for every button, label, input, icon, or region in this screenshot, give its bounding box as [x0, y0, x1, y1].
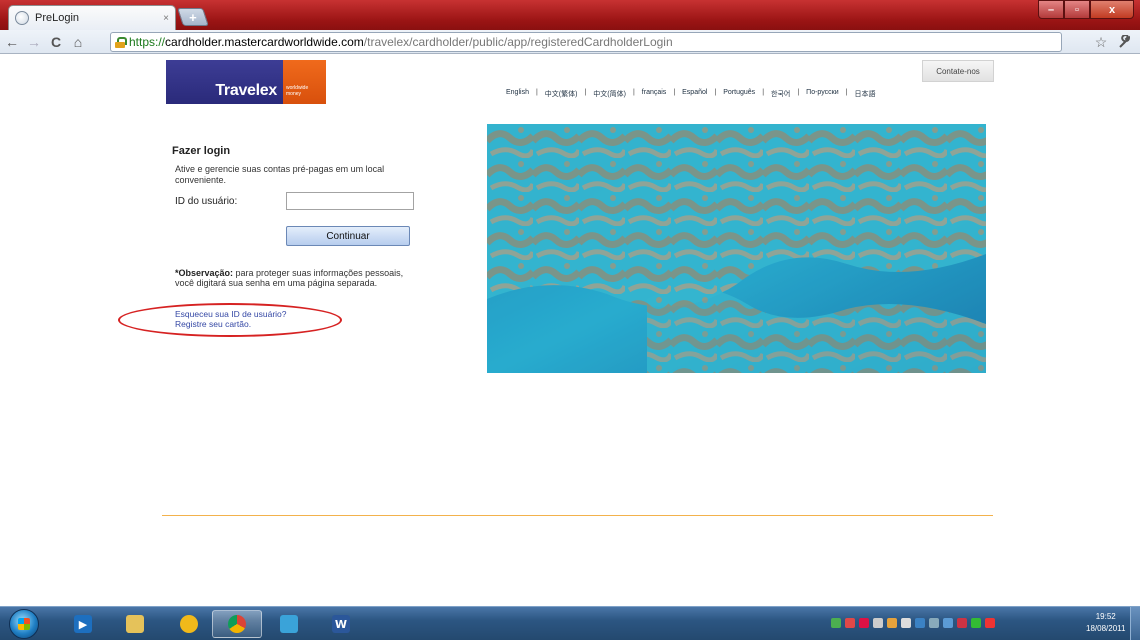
footer-divider [162, 515, 993, 516]
maximize-button[interactable]: ▫ [1064, 0, 1090, 19]
app-circle-icon [180, 615, 198, 633]
tray-icon[interactable] [985, 618, 995, 628]
url-path: /travelex/cardholder/public/app/register… [363, 35, 673, 49]
language-menu: English | 中文(繁体) | 中文(简体) | français | Españ… [506, 89, 875, 99]
annotation-oval [118, 303, 342, 337]
tray-icon[interactable] [887, 618, 897, 628]
wrench-icon[interactable] [1116, 33, 1134, 51]
tray-icon[interactable] [845, 618, 855, 628]
tray-icon[interactable] [971, 618, 981, 628]
taskbar-word[interactable]: W [316, 610, 366, 638]
tray-icon[interactable] [957, 618, 967, 628]
lang-english[interactable]: English [506, 89, 529, 99]
lang-russian[interactable]: По-русски [806, 89, 838, 99]
home-button[interactable]: ⌂ [68, 32, 88, 52]
lang-separator: | [584, 89, 587, 96]
volume-icon[interactable] [901, 618, 911, 628]
browser-titlebar: PreLogin × + – ▫ x [0, 0, 1140, 30]
security-note: *Observação: para proteger suas informaç… [175, 268, 405, 288]
lang-japanese[interactable]: 日本語 [854, 89, 875, 99]
word-icon: W [332, 615, 350, 633]
login-title: Fazer login [172, 145, 231, 157]
lang-separator: | [632, 89, 635, 96]
plus-icon: + [189, 9, 197, 25]
hero-reef-image [487, 124, 986, 373]
logo-text: Travelex [215, 82, 277, 99]
signal-icon[interactable] [873, 618, 883, 628]
lang-separator: | [845, 89, 848, 96]
lang-chinese-simplified[interactable]: 中文(简体) [593, 89, 626, 99]
bookmark-star-icon[interactable]: ☆ [1092, 33, 1110, 51]
forward-button[interactable]: → [24, 32, 44, 52]
browser-toolbar: ← → C ⌂ https:// cardholder.mastercardwo… [0, 30, 1140, 639]
minimize-button[interactable]: – [1038, 0, 1064, 19]
lang-separator: | [673, 89, 676, 96]
lang-separator: | [535, 89, 538, 96]
taskbar-chrome[interactable] [212, 610, 262, 638]
clock-time: 19:52 [1095, 612, 1116, 621]
taskbar-media-player[interactable]: ▶ [58, 610, 108, 638]
system-tray [831, 618, 995, 628]
clock-date: 18/08/2011 [1086, 624, 1126, 633]
tab-close-icon[interactable]: × [163, 13, 169, 24]
url-scheme: https:// [129, 35, 166, 49]
lang-separator: | [762, 89, 765, 96]
show-desktop-button[interactable] [1130, 607, 1140, 640]
taskbar-clock[interactable]: 19:52 18/08/2011 [1086, 611, 1125, 635]
lang-separator: | [797, 89, 800, 96]
web-page: Travelex worldwide money Contate-nos Eng… [0, 54, 1140, 606]
taskbar-messenger[interactable] [264, 610, 314, 638]
contact-button[interactable]: Contate-nos [922, 60, 994, 82]
close-window-button[interactable]: x [1090, 0, 1134, 19]
lang-separator: | [714, 89, 717, 96]
taskbar-app-yellow[interactable] [164, 610, 214, 638]
lang-spanish[interactable]: Español [682, 89, 707, 99]
media-player-icon: ▶ [74, 615, 92, 633]
lang-french[interactable]: français [642, 89, 667, 99]
lang-portuguese[interactable]: Português [723, 89, 755, 99]
logo-tagline: worldwide money [286, 85, 309, 97]
tray-icon[interactable] [915, 618, 925, 628]
start-button[interactable] [9, 609, 39, 639]
messenger-icon [280, 615, 298, 633]
lock-icon [115, 36, 127, 48]
folder-icon [126, 615, 144, 633]
continue-button[interactable]: Continuar [286, 226, 410, 246]
page-favicon-icon [15, 11, 29, 25]
windows-taskbar: ▶ W 19:52 18/08/2011 [0, 606, 1140, 640]
logo-orange-block: worldwide money [283, 60, 326, 104]
tray-icon[interactable] [943, 618, 953, 628]
new-tab-button[interactable]: + [177, 8, 209, 26]
login-description: Ative e gerencie suas contas pré-pagas e… [175, 164, 385, 185]
tray-icon[interactable] [929, 618, 939, 628]
browser-tab[interactable]: PreLogin × [8, 5, 176, 30]
tab-title: PreLogin [35, 12, 80, 24]
screen: PreLogin × + – ▫ x ← → C ⌂ https:// card… [0, 0, 1140, 640]
lang-korean[interactable]: 한국어 [771, 89, 790, 99]
tray-icon[interactable] [831, 618, 841, 628]
reload-button[interactable]: C [46, 32, 66, 52]
back-button[interactable]: ← [2, 32, 22, 52]
userid-label: ID do usuário: [175, 196, 238, 207]
address-bar[interactable]: https:// cardholder.mastercardworldwide.… [110, 32, 1062, 52]
toolbar-right: ☆ ▣ [1092, 33, 1140, 639]
note-label: *Observação: [175, 268, 234, 278]
chrome-icon [228, 615, 246, 633]
travelex-logo[interactable]: Travelex worldwide money [166, 60, 326, 104]
lang-chinese-traditional[interactable]: 中文(繁体) [545, 89, 578, 99]
url-host: cardholder.mastercardworldwide.com [165, 35, 364, 49]
userid-input[interactable] [286, 192, 414, 210]
window-controls: – ▫ x [1038, 0, 1134, 19]
tray-icon[interactable] [859, 618, 869, 628]
logo-blue-block: Travelex [166, 60, 283, 104]
taskbar-explorer[interactable] [110, 610, 160, 638]
